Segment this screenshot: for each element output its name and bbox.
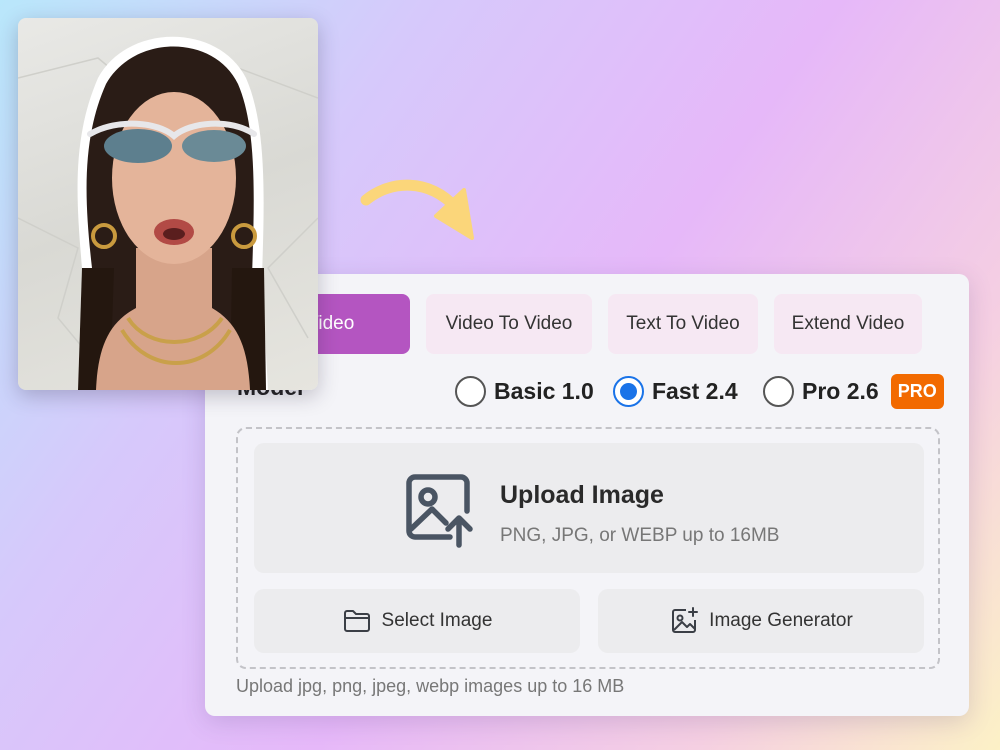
folder-icon [343,610,370,632]
tab-video-to-video[interactable]: Video To Video [426,294,592,354]
model-option-basic-label: Basic 1.0 [494,377,594,404]
tab-extend-video[interactable]: Extend Video [774,294,922,354]
model-option-basic[interactable]: Basic 1.0 [455,374,594,408]
radio-fast[interactable] [613,375,644,407]
image-upload-icon [406,474,473,548]
image-sparkle-icon [672,607,699,633]
example-photo [18,18,318,390]
model-option-fast-label: Fast 2.4 [652,377,738,404]
tab-text-to-video[interactable]: Text To Video [608,294,758,354]
portrait-image [18,36,318,390]
video-generator-panel: To Video Video To Video Text To Video Ex… [205,274,969,716]
upload-subtitle: PNG, JPG, or WEBP up to 16MB [500,525,780,546]
upload-title: Upload Image [500,481,664,509]
upload-footnote: Upload jpg, png, jpeg, webp images up to… [236,676,625,696]
upload-dropzone[interactable]: Upload Image PNG, JPG, or WEBP up to 16M… [236,427,940,669]
radio-pro[interactable] [763,375,794,407]
radio-basic[interactable] [455,375,486,407]
upload-image-area[interactable]: Upload Image PNG, JPG, or WEBP up to 16M… [254,443,924,573]
pro-badge: PRO [890,373,944,409]
select-image-label: Select Image [381,610,493,631]
model-option-pro[interactable]: Pro 2.6 PRO [763,373,944,409]
select-image-button[interactable]: Select Image [254,589,580,653]
image-generator-button[interactable]: Image Generator [598,589,924,653]
model-option-fast[interactable]: Fast 2.4 [613,374,738,408]
model-option-pro-label: Pro 2.6 [802,377,879,404]
curved-arrow-icon [360,179,474,240]
image-generator-label: Image Generator [709,610,853,631]
